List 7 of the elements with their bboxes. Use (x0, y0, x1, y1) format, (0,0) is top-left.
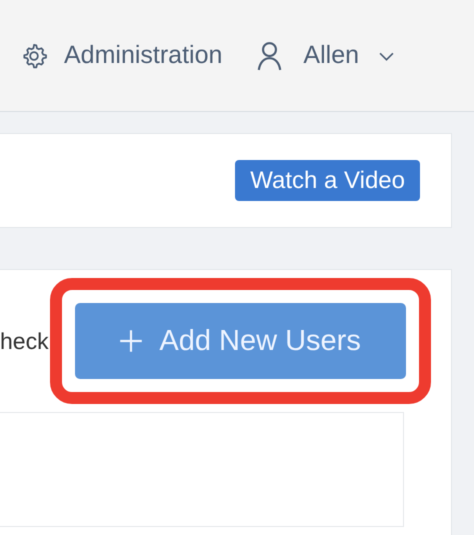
toolbar-text: heck (0, 328, 49, 354)
user-icon[interactable] (256, 40, 284, 70)
chevron-icon[interactable] (379, 52, 394, 61)
plus-icon (119, 329, 144, 353)
user-menu[interactable]: Allen (303, 41, 359, 70)
administration-link[interactable]: Administration (64, 41, 222, 70)
watch-video-button[interactable]: Watch a Video (235, 160, 420, 201)
